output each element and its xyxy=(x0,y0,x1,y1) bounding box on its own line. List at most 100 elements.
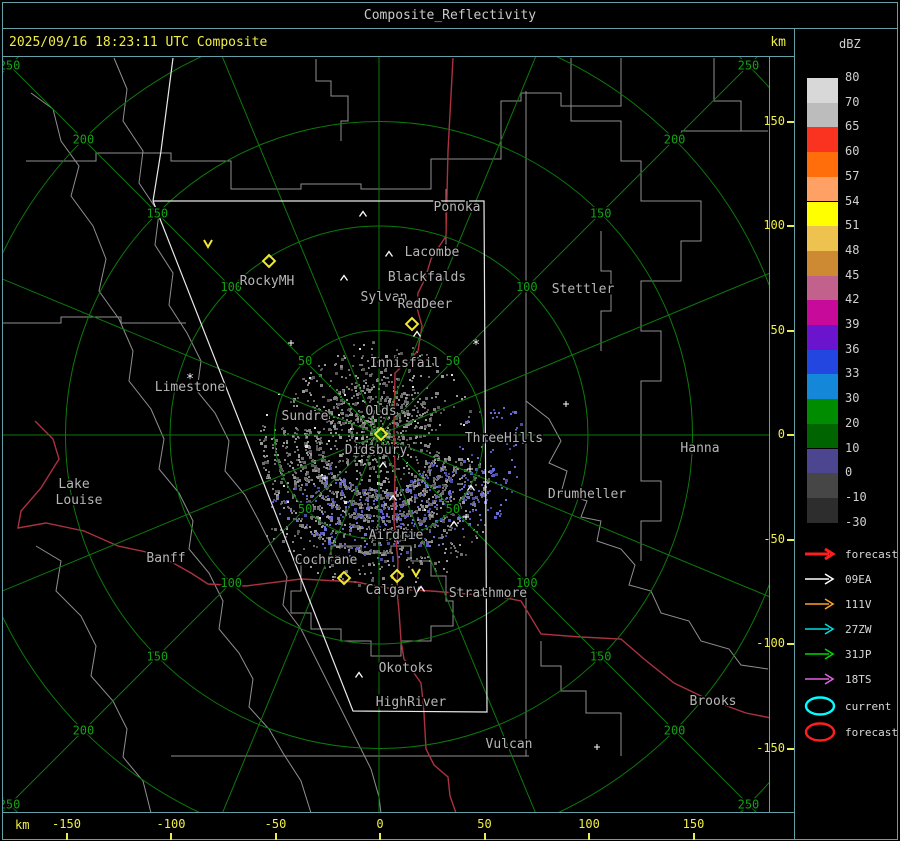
boundary-line xyxy=(315,59,349,141)
dbz-color-block xyxy=(807,78,838,103)
dbz-color-block xyxy=(807,473,838,498)
dbz-color-block xyxy=(807,102,838,128)
range-ring-label: 150 xyxy=(590,206,612,220)
dbz-scale-label: 60 xyxy=(845,144,860,159)
city-label: Banff xyxy=(146,551,185,566)
legend-arrow-row: 09EA xyxy=(803,570,872,588)
city-label: Hanna xyxy=(680,441,719,456)
boundary-line xyxy=(3,316,186,324)
city-label: Stettler xyxy=(552,282,615,297)
legend-ellipse-row: forecast xyxy=(803,721,898,743)
radial-line xyxy=(3,434,380,592)
dbz-color-block xyxy=(807,226,838,251)
right-axis-tick xyxy=(787,434,794,436)
city-label: Okotoks xyxy=(379,661,434,676)
right-axis-tick xyxy=(787,538,794,541)
radial-line xyxy=(221,57,380,436)
bottom-axis-unit-label: km xyxy=(15,818,30,832)
range-ring-label: 50 xyxy=(298,354,312,368)
right-axis-tick xyxy=(787,120,794,123)
city-label: Blackfalds xyxy=(388,270,466,285)
range-ring-label: 250 xyxy=(738,797,760,811)
dbz-scale-label: 70 xyxy=(845,94,860,109)
bottom-axis-tick xyxy=(483,833,486,840)
range-ring-label: 250 xyxy=(3,59,20,73)
right-axis-tick xyxy=(787,225,794,227)
boundary-line xyxy=(640,431,662,561)
dbz-scale-label: 65 xyxy=(845,119,860,134)
range-ring-label: 200 xyxy=(73,132,95,146)
right-axis-tick-label: -100 xyxy=(756,636,785,650)
right-axis-tick xyxy=(787,643,794,645)
bottom-axis-tick xyxy=(65,833,68,840)
city-label: Strathmore xyxy=(449,586,527,601)
radial-line xyxy=(3,278,380,436)
legend-arrow-row: forecast xyxy=(803,545,898,563)
boundary-line xyxy=(570,58,702,431)
city-label: Lake xyxy=(58,477,89,492)
city-label: Olds xyxy=(365,404,396,419)
bottom-axis-tick xyxy=(692,833,695,840)
bottom-axis-tick xyxy=(274,833,277,840)
legend-arrow-label: 31JP xyxy=(845,647,872,661)
dbz-scale-label: 57 xyxy=(845,168,860,183)
dbz-scale-label: 80 xyxy=(845,70,860,84)
range-ring-label: 200 xyxy=(664,132,686,146)
coverage-outline-line xyxy=(152,57,174,202)
right-axis-tick-label: 50 xyxy=(770,322,785,337)
city-label: RockyMH xyxy=(240,274,295,289)
dbz-color-block xyxy=(807,300,838,325)
legend-arrow-row: 18TS xyxy=(803,670,872,688)
wind-vector-icon xyxy=(411,568,421,579)
colour-scale-legend: dBZ 80 70 65 60 57 54 51 48 45 42 39 36 33 30 20 10 0 -10… xyxy=(794,28,898,840)
legend-ellipse-label: forecast xyxy=(845,725,898,739)
right-axis-tick-label: -150 xyxy=(756,740,785,755)
27ZW-arrow-icon xyxy=(805,623,835,635)
caret-marker-icon xyxy=(358,210,368,217)
legend-arrow-row: 27ZW xyxy=(803,620,872,638)
range-ring-label: 150 xyxy=(590,650,612,664)
bottom-axis-tick xyxy=(588,833,590,840)
18TS-arrow-icon xyxy=(805,673,835,685)
city-label: Drumheller xyxy=(548,487,626,502)
range-ring-label: 150 xyxy=(146,206,168,220)
bottom-axis-tick-label: -150 xyxy=(52,817,81,831)
legend-arrow-label: 111V xyxy=(845,597,872,611)
dbz-scale-label: -30 xyxy=(845,514,867,529)
dbz-scale-label: 54 xyxy=(845,193,860,208)
city-label: Calgary xyxy=(366,583,421,598)
right-axis-tick-label: -50 xyxy=(763,531,785,546)
city-label: Cochrane xyxy=(295,553,358,568)
range-ring-label: 250 xyxy=(3,797,20,811)
dbz-scale-label: 0 xyxy=(845,465,853,480)
window-title: Composite_Reflectivity xyxy=(363,8,537,23)
dbz-color-block xyxy=(807,201,838,227)
city-label: RedDeer xyxy=(398,297,453,312)
product-info-bar: 2025/09/16 18:23:11 UTC Composite km xyxy=(2,28,795,57)
dbz-scale-label: 33 xyxy=(845,366,860,381)
bottom-axis-tick-label: 50 xyxy=(477,817,492,831)
dbz-scale-label: 30 xyxy=(845,391,860,406)
bottom-axis-tick-label: 0 xyxy=(376,817,384,831)
city-label: Louise xyxy=(56,493,103,508)
radar-map-canvas[interactable]: 50 50 50 50 100 100 100 100 150 150 150 150 200 200 20… xyxy=(2,56,770,813)
caret-marker-icon xyxy=(384,250,394,257)
legend-arrow-label: 27ZW xyxy=(845,622,872,636)
legend-ellipse-row: current xyxy=(803,695,891,717)
legend-arrow-row: 31JP xyxy=(803,645,872,663)
asterisk-marker-icon: * xyxy=(472,338,480,353)
right-axis-tick xyxy=(787,747,794,750)
city-label: Sundre xyxy=(282,409,329,424)
range-ring-label: 50 xyxy=(446,354,460,368)
bottom-axis-tick-label: -50 xyxy=(264,817,287,831)
dbz-color-block xyxy=(807,176,838,202)
bottom-axis-tick-label: 150 xyxy=(682,817,705,831)
range-ring-label: 50 xyxy=(446,502,460,516)
caret-marker-icon xyxy=(412,330,422,337)
legend-arrow-label: 18TS xyxy=(845,672,872,686)
31JP-arrow-icon xyxy=(805,648,835,660)
range-ring-label: 100 xyxy=(516,280,538,294)
legend-arrow-label: forecast xyxy=(845,547,898,561)
bottom-axis-tick xyxy=(170,833,172,840)
dbz-scale-label: 20 xyxy=(845,415,860,430)
